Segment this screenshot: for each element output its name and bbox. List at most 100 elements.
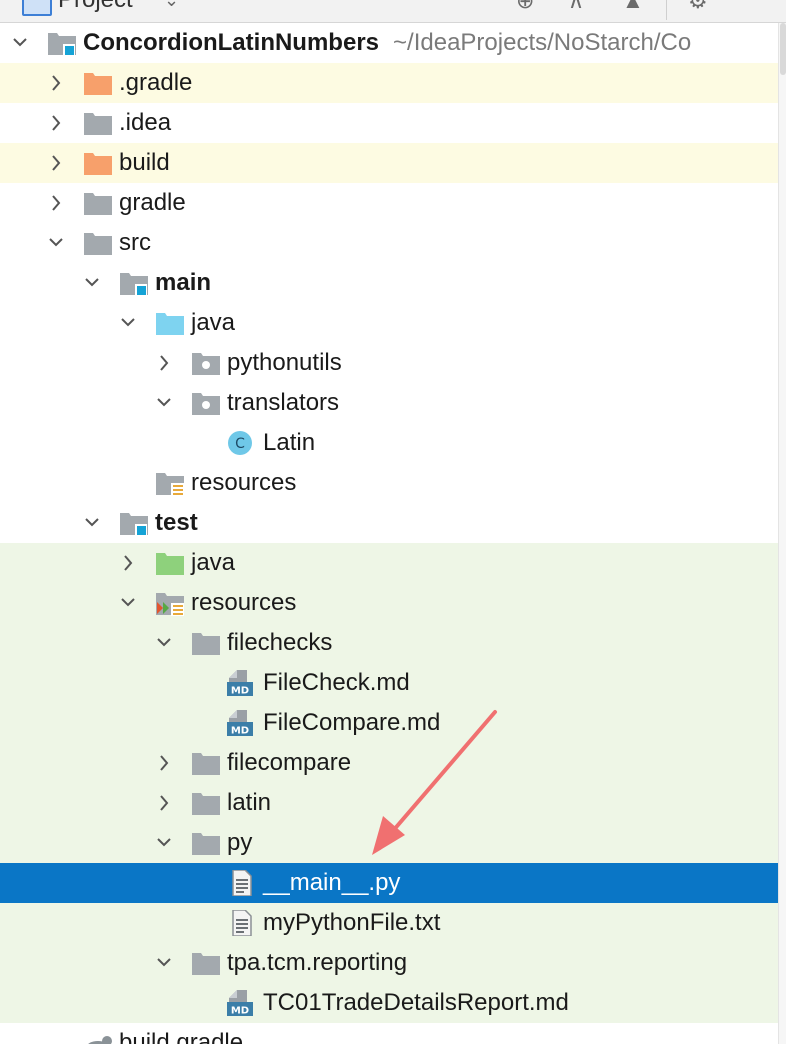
tree-row[interactable]: __main__.py [0, 863, 778, 903]
chevron-down-icon[interactable] [155, 823, 173, 863]
tree-item-label: pythonutils [227, 349, 342, 377]
tree-item-name: ConcordionLatinNumbers [83, 29, 380, 56]
tree-item-label: __main__.py [263, 869, 400, 897]
project-tree[interactable]: ConcordionLatinNumbers ~/IdeaProjects/NoS… [0, 23, 778, 1044]
tree-item-name: latin [227, 789, 272, 816]
tree-item-name: java [191, 309, 236, 336]
tree-row[interactable]: java [0, 303, 778, 343]
svg-text:MD: MD [231, 726, 249, 737]
tree-item-label: tpa.tcm.reporting [227, 949, 407, 977]
chevron-right-icon[interactable] [155, 743, 173, 783]
tree-row[interactable]: MD FileCheck.md [0, 663, 778, 703]
tree-row[interactable]: resources [0, 583, 778, 623]
chevron-down-icon[interactable] [47, 223, 65, 263]
tree-item-name: build.gradle [119, 1029, 244, 1044]
tree-row[interactable]: build [0, 143, 778, 183]
chevron-down-icon[interactable] [83, 263, 101, 303]
tree-item-label: test [155, 509, 198, 537]
panel-title[interactable]: Project [58, 0, 133, 14]
chevron-right-icon[interactable] [47, 103, 65, 143]
tree-item-label: resources [191, 469, 296, 497]
module-folder-icon [119, 270, 149, 296]
tree-item-label: build [119, 149, 170, 177]
text-file-icon [227, 909, 257, 937]
chevron-down-icon[interactable] [155, 943, 173, 983]
tree-row[interactable]: test [0, 503, 778, 543]
folder-icon [191, 830, 221, 856]
chevron-right-icon[interactable] [47, 63, 65, 103]
tree-item-name: FileCompare.md [263, 709, 441, 736]
chevron-down-icon[interactable] [83, 503, 101, 543]
tree-item-label: myPythonFile.txt [263, 909, 440, 937]
tree-item-label: src [119, 229, 151, 257]
chevron-down-icon[interactable] [119, 583, 137, 623]
excluded-folder-icon [83, 150, 113, 176]
package-icon [191, 390, 221, 416]
tree-row[interactable]: .idea [0, 103, 778, 143]
tree-item-label: TC01TradeDetailsReport.md [263, 989, 569, 1017]
tree-row[interactable]: latin [0, 783, 778, 823]
gear-icon[interactable]: ⚙ [688, 0, 708, 14]
expand-icon[interactable]: ▲ [622, 0, 644, 14]
module-folder-icon [47, 30, 77, 56]
tree-item-label: gradle [119, 189, 186, 217]
tree-item-name: .gradle [119, 69, 193, 96]
chevron-down-icon[interactable] [155, 383, 173, 423]
chevron-right-icon[interactable] [119, 543, 137, 583]
tree-item-label: main [155, 269, 211, 297]
tree-row[interactable]: filecompare [0, 743, 778, 783]
chevron-right-icon[interactable] [47, 183, 65, 223]
tree-row[interactable]: MD TC01TradeDetailsReport.md [0, 983, 778, 1023]
java-class-icon: C [227, 430, 257, 456]
tree-item-label: FileCompare.md [263, 709, 440, 737]
chevron-down-icon[interactable] [119, 303, 137, 343]
vertical-scrollbar[interactable] [778, 23, 786, 1044]
tree-row[interactable]: resources [0, 463, 778, 503]
tree-row[interactable]: .gradle [0, 63, 778, 103]
tree-row[interactable]: gradle [0, 183, 778, 223]
tree-row[interactable]: build.gradle [0, 1023, 778, 1044]
gradle-file-icon [83, 1030, 113, 1044]
tree-row[interactable]: MD FileCompare.md [0, 703, 778, 743]
tree-item-label: .gradle [119, 69, 192, 97]
scrollbar-thumb[interactable] [780, 23, 786, 75]
tree-row[interactable]: src [0, 223, 778, 263]
globe-icon[interactable]: ⊕ [516, 0, 534, 14]
chevron-down-icon[interactable]: ⌄ [164, 0, 179, 11]
tree-item-name: java [191, 549, 236, 576]
tree-item-name: FileCheck.md [263, 669, 410, 696]
tree-row[interactable]: filechecks [0, 623, 778, 663]
tree-item-label: Latin [263, 429, 315, 457]
tree-row[interactable]: java [0, 543, 778, 583]
markdown-file-icon: MD [227, 670, 257, 697]
tree-row[interactable]: pythonutils [0, 343, 778, 383]
tree-row[interactable]: translators [0, 383, 778, 423]
tree-item-name: filechecks [227, 629, 333, 656]
tree-item-name: tpa.tcm.reporting [227, 949, 408, 976]
chevron-right-icon[interactable] [155, 343, 173, 383]
tree-row[interactable]: ConcordionLatinNumbers ~/IdeaProjects/NoS… [0, 23, 778, 63]
tree-item-name: gradle [119, 189, 186, 216]
collapse-all-icon[interactable]: ⊼ [568, 0, 584, 14]
project-panel-icon[interactable] [22, 0, 52, 16]
chevron-down-icon[interactable] [11, 23, 29, 63]
tree-item-label: filechecks [227, 629, 332, 657]
tree-row[interactable]: main [0, 263, 778, 303]
tree-row[interactable]: py [0, 823, 778, 863]
markdown-file-icon: MD [227, 710, 257, 737]
project-path: ~/IdeaProjects/NoStarch/Co [393, 29, 692, 56]
tree-row[interactable]: myPythonFile.txt [0, 903, 778, 943]
tree-item-name: __main__.py [263, 869, 401, 896]
chevron-right-icon[interactable] [47, 143, 65, 183]
source-folder-icon [155, 310, 185, 336]
chevron-down-icon[interactable] [155, 623, 173, 663]
tree-item-name: resources [191, 589, 297, 616]
chevron-right-icon[interactable] [155, 783, 173, 823]
folder-icon [83, 110, 113, 136]
folder-icon [83, 230, 113, 256]
svg-text:C: C [235, 436, 245, 452]
text-file-icon [227, 869, 257, 897]
tree-row[interactable]: tpa.tcm.reporting [0, 943, 778, 983]
resources-folder-icon [155, 470, 185, 496]
tree-row[interactable]: C Latin [0, 423, 778, 463]
